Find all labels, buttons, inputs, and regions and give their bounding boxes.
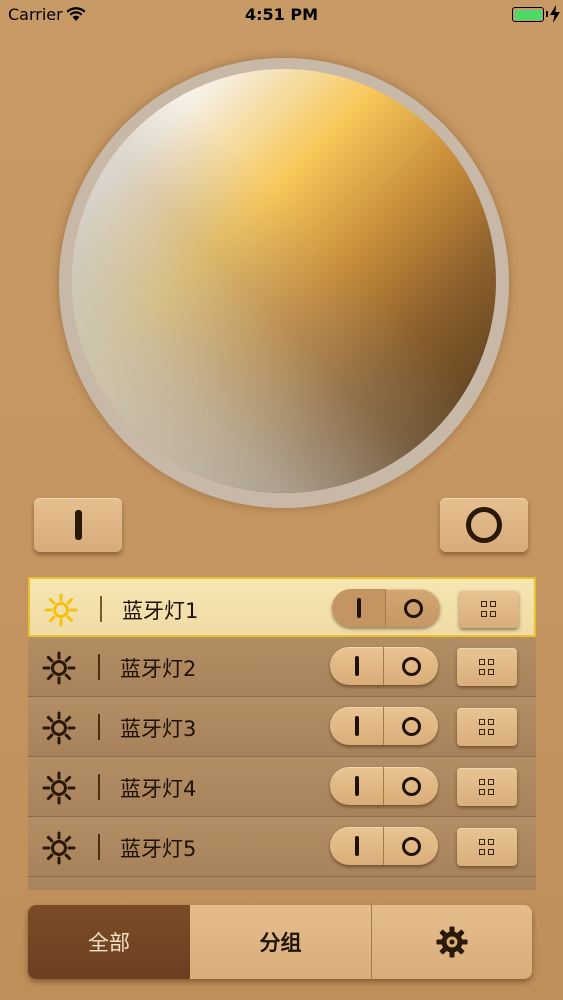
tab-bar: 全部 分组 xyxy=(28,905,532,979)
power-toggle xyxy=(330,647,438,685)
power-on-button[interactable] xyxy=(330,767,384,805)
brightness-icon xyxy=(42,711,76,745)
power-on-bar-icon xyxy=(354,656,359,676)
power-on-bar-icon xyxy=(356,598,361,618)
status-bar: Carrier 4:51 PM xyxy=(0,0,563,30)
gear-icon xyxy=(436,926,468,958)
device-row[interactable]: 蓝牙灯2 xyxy=(28,637,536,697)
power-on-button[interactable] xyxy=(330,647,384,685)
device-detail-button[interactable] xyxy=(457,768,517,806)
power-on-button[interactable] xyxy=(330,707,384,745)
tab-settings[interactable] xyxy=(372,905,532,979)
all-on-button[interactable] xyxy=(34,498,122,552)
power-off-ring-icon xyxy=(466,507,502,543)
power-on-bar-icon xyxy=(354,836,359,856)
power-on-bar-icon xyxy=(74,510,82,540)
device-row[interactable]: 蓝牙灯3 xyxy=(28,697,536,757)
tab-group[interactable]: 分组 xyxy=(190,905,372,979)
brightness-icon xyxy=(42,651,76,685)
row-divider xyxy=(98,654,100,680)
device-label: 蓝牙灯2 xyxy=(120,657,197,681)
power-off-button[interactable] xyxy=(384,707,438,745)
grid-icon xyxy=(481,601,497,617)
power-off-ring-icon xyxy=(403,598,423,618)
device-row[interactable]: 蓝牙灯5 xyxy=(28,817,536,877)
device-row[interactable]: 蓝牙灯1 xyxy=(28,577,536,637)
power-on-bar-icon xyxy=(354,776,359,796)
device-detail-button[interactable] xyxy=(457,828,517,866)
device-label: 蓝牙灯4 xyxy=(120,777,197,801)
power-toggle xyxy=(330,827,438,865)
grid-icon xyxy=(479,839,495,855)
color-temperature-wheel[interactable] xyxy=(72,69,496,493)
row-divider xyxy=(98,834,100,860)
row-divider xyxy=(100,596,102,622)
power-off-ring-icon xyxy=(401,656,421,676)
power-toggle xyxy=(330,767,438,805)
brightness-icon xyxy=(42,771,76,805)
tab-all[interactable]: 全部 xyxy=(28,905,190,979)
grid-icon xyxy=(479,779,495,795)
device-label: 蓝牙灯1 xyxy=(122,599,199,623)
device-row[interactable]: 蓝牙灯4 xyxy=(28,757,536,817)
power-off-ring-icon xyxy=(401,716,421,736)
power-toggle xyxy=(332,589,440,627)
power-off-button[interactable] xyxy=(384,647,438,685)
row-divider xyxy=(98,774,100,800)
brightness-icon xyxy=(42,831,76,865)
device-detail-button[interactable] xyxy=(457,648,517,686)
grid-icon xyxy=(479,719,495,735)
row-divider xyxy=(98,714,100,740)
all-off-button[interactable] xyxy=(440,498,528,552)
grid-icon xyxy=(479,659,495,675)
device-list[interactable]: 蓝牙灯1 蓝牙灯2 蓝牙灯3 蓝牙灯4 蓝牙灯5 xyxy=(28,577,536,890)
device-label: 蓝牙灯5 xyxy=(120,837,197,861)
device-detail-button[interactable] xyxy=(459,590,519,628)
device-label: 蓝牙灯3 xyxy=(120,717,197,741)
power-toggle xyxy=(330,707,438,745)
brightness-icon xyxy=(44,593,78,627)
device-detail-button[interactable] xyxy=(457,708,517,746)
power-on-button[interactable] xyxy=(332,589,386,627)
power-on-button[interactable] xyxy=(330,827,384,865)
power-off-button[interactable] xyxy=(384,827,438,865)
power-off-ring-icon xyxy=(401,776,421,796)
battery-icon xyxy=(512,7,544,22)
power-off-button[interactable] xyxy=(386,589,440,627)
power-off-button[interactable] xyxy=(384,767,438,805)
power-off-ring-icon xyxy=(401,836,421,856)
power-on-bar-icon xyxy=(354,716,359,736)
status-time: 4:51 PM xyxy=(244,5,318,24)
charging-icon xyxy=(550,5,560,23)
